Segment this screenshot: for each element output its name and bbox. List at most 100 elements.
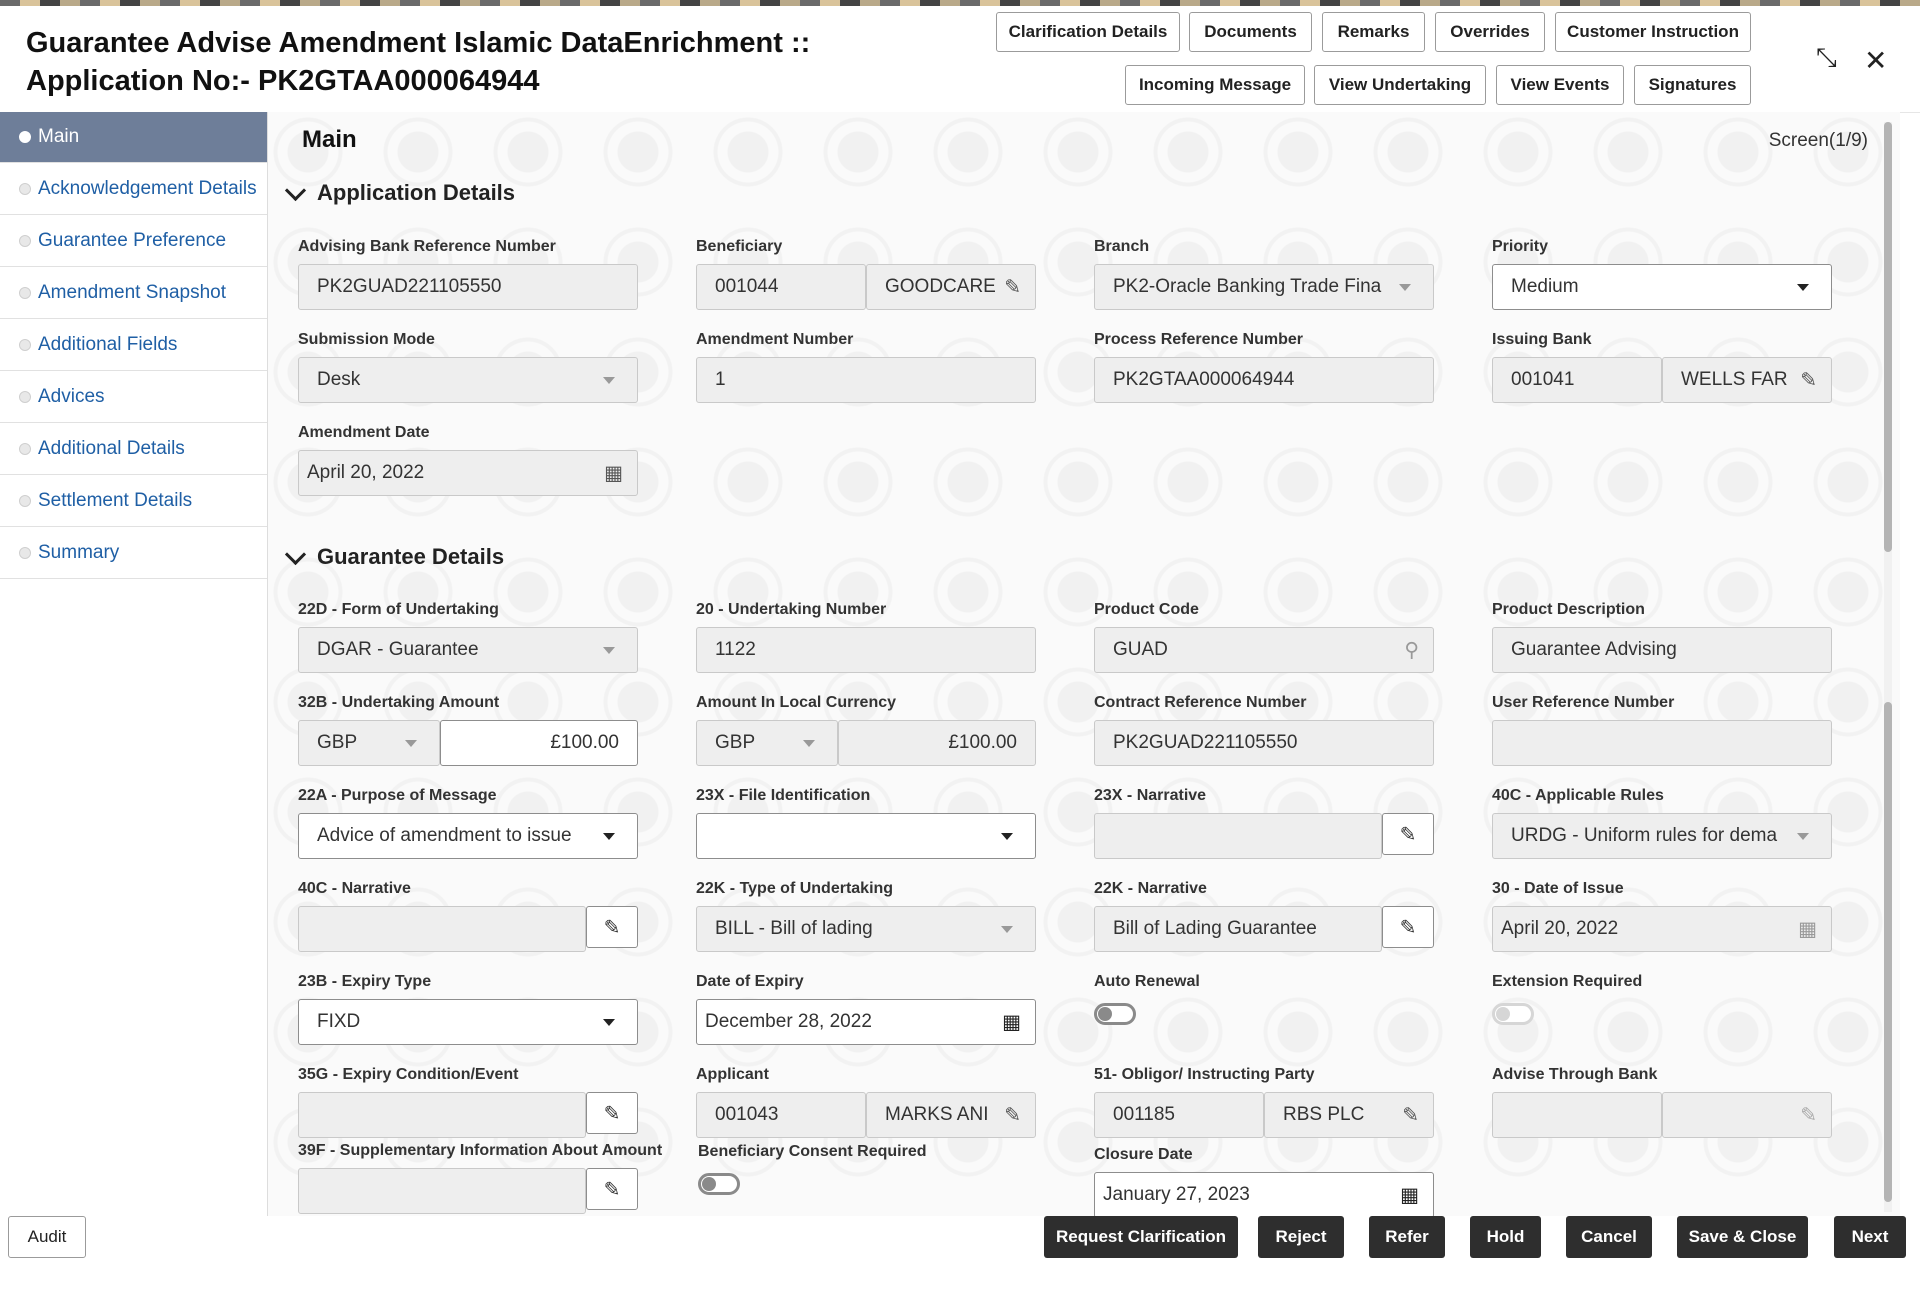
branch-select[interactable]: PK2-Oracle Banking Trade Fina bbox=[1094, 264, 1434, 310]
expiry-type-select[interactable]: FIXD bbox=[298, 999, 638, 1045]
edit-document-icon[interactable]: ✎ bbox=[1402, 1103, 1419, 1128]
product-code-input[interactable]: GUAD ⚲ bbox=[1094, 627, 1434, 673]
caret-down-icon bbox=[803, 740, 815, 747]
purpose-of-message-select[interactable]: Advice of amendment to issue bbox=[298, 813, 638, 859]
process-reference-input[interactable]: PK2GTAA000064944 bbox=[1094, 357, 1434, 403]
sidebar-item-settlement-details[interactable]: Settlement Details bbox=[0, 475, 267, 527]
close-icon[interactable]: ✕ bbox=[1864, 44, 1887, 77]
undertaking-currency-select[interactable]: GBP bbox=[298, 720, 440, 766]
expiry-condition-input[interactable] bbox=[298, 1092, 586, 1138]
product-description-input[interactable]: Guarantee Advising bbox=[1492, 627, 1832, 673]
amendment-number-input[interactable]: 1 bbox=[696, 357, 1036, 403]
narrative-22k-input[interactable]: Bill of Lading Guarantee bbox=[1094, 906, 1382, 952]
narrative-40c-edit-button[interactable]: ✎ bbox=[586, 906, 638, 948]
contract-reference-input[interactable]: PK2GUAD221105550 bbox=[1094, 720, 1434, 766]
next-button[interactable]: Next bbox=[1834, 1216, 1906, 1258]
priority-select[interactable]: Medium bbox=[1492, 264, 1832, 310]
sidebar-item-summary[interactable]: Summary bbox=[0, 527, 267, 579]
narrative-23x-edit-button[interactable]: ✎ bbox=[1382, 813, 1434, 855]
section-application-details[interactable]: Application Details bbox=[284, 179, 515, 206]
hold-button[interactable]: Hold bbox=[1470, 1216, 1541, 1258]
calendar-icon[interactable]: ▦ bbox=[604, 461, 623, 486]
advising-bank-reference-input[interactable]: PK2GUAD221105550 bbox=[298, 264, 638, 310]
sidebar-item-acknowledgement-details[interactable]: Acknowledgement Details bbox=[0, 163, 267, 215]
signatures-button[interactable]: Signatures bbox=[1634, 65, 1751, 105]
overrides-button[interactable]: Overrides bbox=[1435, 12, 1545, 52]
chevron-down-icon bbox=[284, 179, 307, 201]
main-scrollbar[interactable] bbox=[1884, 122, 1892, 1212]
applicant-name-input[interactable]: MARKS ANI ✎ bbox=[866, 1092, 1036, 1138]
step-dot-icon bbox=[19, 131, 31, 143]
edit-document-icon[interactable]: ✎ bbox=[1004, 275, 1021, 300]
step-dot-icon bbox=[19, 390, 31, 403]
calendar-icon[interactable]: ▦ bbox=[1002, 1010, 1021, 1035]
incoming-message-button[interactable]: Incoming Message bbox=[1125, 65, 1305, 105]
main-content: Main Screen(1/9) Application Details Adv… bbox=[268, 112, 1900, 1216]
narrative-23x-input[interactable] bbox=[1094, 813, 1382, 859]
view-events-button[interactable]: View Events bbox=[1496, 65, 1624, 105]
supplementary-info-input[interactable] bbox=[298, 1168, 586, 1214]
documents-button[interactable]: Documents bbox=[1189, 12, 1312, 52]
scrollbar-thumb-secondary[interactable] bbox=[1884, 702, 1892, 1202]
page-title: Guarantee Advise Amendment Islamic DataE… bbox=[26, 24, 810, 100]
applicable-rules-select[interactable]: URDG - Uniform rules for dema bbox=[1492, 813, 1832, 859]
supplementary-info-edit-button[interactable]: ✎ bbox=[586, 1168, 638, 1210]
edit-document-icon[interactable]: ✎ bbox=[1800, 368, 1817, 393]
sidebar-item-additional-fields[interactable]: Additional Fields bbox=[0, 319, 267, 371]
applicant-code-input[interactable]: 001043 bbox=[696, 1092, 866, 1138]
date-of-issue-input[interactable]: April 20, 2022 ▦ bbox=[1492, 906, 1832, 952]
form-of-undertaking-select[interactable]: DGAR - Guarantee bbox=[298, 627, 638, 673]
request-clarification-button[interactable]: Request Clarification bbox=[1044, 1216, 1238, 1258]
user-reference-input[interactable] bbox=[1492, 720, 1832, 766]
undertaking-number-input[interactable]: 1122 bbox=[696, 627, 1036, 673]
beneficiary-code-input[interactable]: 001044 bbox=[696, 264, 866, 310]
amendment-date-input[interactable]: April 20, 2022 ▦ bbox=[298, 450, 638, 496]
undertaking-amount-input[interactable]: £100.00 bbox=[440, 720, 638, 766]
issuing-bank-name-input[interactable]: WELLS FAR ✎ bbox=[1662, 357, 1832, 403]
type-of-undertaking-select[interactable]: BILL - Bill of lading bbox=[696, 906, 1036, 952]
view-undertaking-button[interactable]: View Undertaking bbox=[1314, 65, 1486, 105]
sidebar-item-amendment-snapshot[interactable]: Amendment Snapshot bbox=[0, 267, 267, 319]
sidebar-item-guarantee-preference[interactable]: Guarantee Preference bbox=[0, 215, 267, 267]
closure-date-input[interactable]: January 27, 2023 ▦ bbox=[1094, 1172, 1434, 1216]
calendar-icon[interactable]: ▦ bbox=[1798, 917, 1817, 942]
submission-mode-select[interactable]: Desk bbox=[298, 357, 638, 403]
advise-bank-name-input[interactable]: ✎ bbox=[1662, 1092, 1832, 1138]
refer-button[interactable]: Refer bbox=[1369, 1216, 1445, 1258]
edit-document-icon[interactable]: ✎ bbox=[1004, 1103, 1021, 1128]
file-identification-select[interactable] bbox=[696, 813, 1036, 859]
reject-button[interactable]: Reject bbox=[1258, 1216, 1344, 1258]
beneficiary-consent-toggle[interactable] bbox=[698, 1173, 740, 1195]
narrative-22k-edit-button[interactable]: ✎ bbox=[1382, 906, 1434, 948]
auto-renewal-toggle[interactable] bbox=[1094, 1003, 1136, 1025]
sidebar-item-additional-details[interactable]: Additional Details bbox=[0, 423, 267, 475]
search-icon[interactable]: ⚲ bbox=[1404, 638, 1419, 663]
step-dot-icon bbox=[19, 182, 31, 195]
section-guarantee-details[interactable]: Guarantee Details bbox=[284, 543, 504, 570]
beneficiary-name-input[interactable]: GOODCARE ✎ bbox=[866, 264, 1036, 310]
issuing-bank-code-input[interactable]: 001041 bbox=[1492, 357, 1662, 403]
remarks-button[interactable]: Remarks bbox=[1322, 12, 1425, 52]
date-of-expiry-input[interactable]: December 28, 2022 ▦ bbox=[696, 999, 1036, 1045]
extension-required-toggle[interactable] bbox=[1492, 1003, 1534, 1025]
calendar-icon[interactable]: ▦ bbox=[1400, 1183, 1419, 1208]
scrollbar-thumb[interactable] bbox=[1884, 122, 1892, 552]
save-close-button[interactable]: Save & Close bbox=[1677, 1216, 1808, 1258]
audit-button[interactable]: Audit bbox=[8, 1216, 86, 1258]
obligor-code-input[interactable]: 001185 bbox=[1094, 1092, 1264, 1138]
expiry-condition-edit-button[interactable]: ✎ bbox=[586, 1092, 638, 1134]
sidebar-item-main[interactable]: Main bbox=[0, 112, 267, 163]
local-amount-input[interactable]: £100.00 bbox=[838, 720, 1036, 766]
edit-document-icon[interactable]: ✎ bbox=[1800, 1103, 1817, 1128]
clarification-details-button[interactable]: Clarification Details bbox=[996, 12, 1180, 52]
obligor-name-input[interactable]: RBS PLC ✎ bbox=[1264, 1092, 1434, 1138]
customer-instruction-button[interactable]: Customer Instruction bbox=[1555, 12, 1751, 52]
caret-down-icon bbox=[1797, 833, 1809, 840]
minimize-icon[interactable]: ⤡ bbox=[1816, 42, 1837, 74]
advise-bank-code-input[interactable] bbox=[1492, 1092, 1662, 1138]
sidebar-item-advices[interactable]: Advices bbox=[0, 371, 267, 423]
step-dot-icon bbox=[19, 546, 31, 559]
local-currency-select[interactable]: GBP bbox=[696, 720, 838, 766]
narrative-40c-input[interactable] bbox=[298, 906, 586, 952]
cancel-button[interactable]: Cancel bbox=[1566, 1216, 1652, 1258]
